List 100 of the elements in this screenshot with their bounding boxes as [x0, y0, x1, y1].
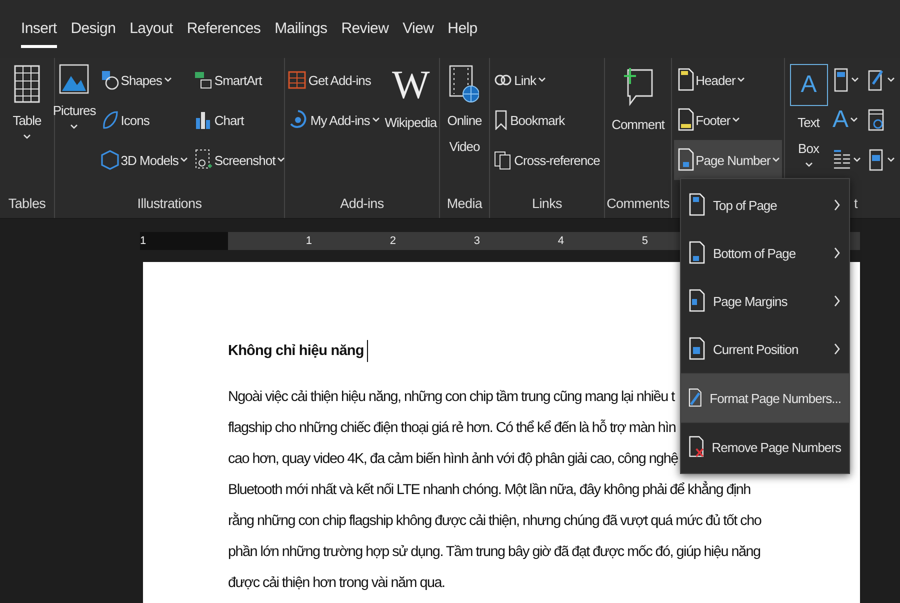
ruler-number: 4 — [558, 235, 564, 247]
ribbon-button[interactable]: My Add-ins — [286, 100, 382, 140]
ribbon-button[interactable]: Screenshot — [192, 140, 288, 180]
page-icon — [687, 289, 705, 313]
body-text-line: cao hơn, quay video 4K, đa cảm biến hình ảnh với độ phân giải cao, công nghệ — [228, 450, 678, 469]
menu-item[interactable]: Format Page Numbers... — [681, 374, 849, 422]
caret-icon — [70, 124, 78, 130]
body-text-line: được cải thiện hơn trong vài năm qua. — [228, 574, 445, 593]
screenshot-icon — [194, 149, 212, 171]
ruler-number: 3 — [474, 235, 480, 247]
ribbon-tab[interactable]: Mailings — [268, 0, 334, 58]
page-remove-icon — [687, 435, 704, 459]
caret-icon — [852, 157, 860, 163]
ribbon-button[interactable]: Header — [674, 60, 782, 100]
header-icon — [676, 68, 694, 92]
diagram-icon — [194, 70, 212, 90]
ribbon-button[interactable]: Online Video — [446, 58, 483, 160]
chevron-right-icon — [833, 295, 841, 307]
menu-item[interactable]: Top of Page — [681, 181, 849, 229]
table-icon — [14, 64, 40, 104]
caret-icon — [886, 157, 894, 163]
group-label: Links — [532, 196, 562, 210]
body-text-line: Ngoài việc cải thiện hiệu năng, những con chip tầm trung cũng mang lại nhiều t — [228, 388, 674, 407]
page-icon — [687, 193, 705, 217]
ribbon-button[interactable]: A Text Box — [788, 58, 828, 168]
shapes-icon — [100, 70, 119, 90]
ribbon-tab[interactable]: References — [180, 0, 268, 58]
caret-icon — [732, 117, 740, 123]
menu-item[interactable]: Bottom of Page — [681, 229, 849, 277]
leaf-icon — [100, 110, 119, 130]
chevron-right-icon — [833, 199, 841, 211]
ribbon-button[interactable]: Comment — [610, 58, 666, 138]
caret-icon — [164, 77, 172, 83]
ribbon-button[interactable]: W Wikipedia — [384, 58, 438, 136]
body-text-line: flagship cho những chiếc điện thoại giá rẻ hơn. Có thể kể đến là hỗ trợ màn hìn — [228, 418, 676, 438]
caret-icon — [850, 77, 858, 83]
calendar-icon — [866, 108, 884, 132]
group-label: Add-ins — [340, 196, 384, 210]
video-globe-icon — [449, 64, 480, 104]
caret-icon — [277, 157, 286, 163]
heading-text: Không chỉ hiệu năng — [228, 343, 364, 359]
ribbon-button[interactable]: 3D Models — [98, 140, 190, 180]
object-icon — [866, 148, 884, 172]
ribbon-tab[interactable]: Layout — [122, 0, 180, 58]
ribbon-button[interactable]: Cross-reference — [492, 140, 602, 180]
ribbon-button[interactable]: Page Number — [674, 140, 782, 180]
caret-icon — [804, 162, 812, 168]
caret-icon — [22, 134, 31, 140]
page-number-icon — [676, 148, 694, 172]
caret-icon — [538, 77, 546, 83]
ribbon-button[interactable]: Bookmark — [492, 100, 602, 140]
icon-button[interactable]: A — [830, 100, 862, 140]
text-cursor — [366, 340, 368, 362]
cross-reference-icon — [494, 150, 512, 170]
ribbon-button[interactable]: Icons — [98, 100, 190, 140]
ribbon-button[interactable]: Pictures — [52, 58, 97, 130]
ribbon-button[interactable]: SmartArt — [192, 60, 288, 100]
sidebar-icon — [832, 68, 848, 92]
ruler-number: 1 — [140, 235, 146, 247]
ribbon-button[interactable]: Shapes — [98, 60, 190, 100]
body-text-line: Bluetooth mới nhất và kết nối LTE nhanh chóng. Một lần nữa, đây không phải để khẳng định — [228, 480, 750, 500]
ruler-number: 2 — [390, 235, 396, 247]
chevron-right-icon — [833, 343, 841, 355]
group-label: Comments — [606, 196, 670, 210]
bar-chart-icon — [194, 110, 212, 130]
page-icon — [687, 241, 705, 265]
signature-icon — [866, 68, 884, 92]
caret-icon — [772, 157, 780, 163]
caret-icon — [850, 117, 858, 123]
drop-cap-icon — [832, 149, 850, 171]
page-icon — [687, 337, 705, 361]
body-text-line: phần lớn những trường hợp sử dụng. Tầm trung bây giờ đã đạt được mốc đó, giúp hiệu năng — [228, 543, 760, 562]
caret-icon — [886, 77, 894, 83]
group-label: t — [854, 196, 858, 210]
footer-icon — [676, 108, 694, 132]
group-label: Tables — [8, 196, 46, 210]
menu-item[interactable]: Remove Page Numbers — [681, 423, 849, 471]
ribbon-tab[interactable]: Review — [334, 0, 396, 58]
ribbon-button[interactable]: Get Add-ins — [286, 60, 382, 100]
menu-item[interactable]: Current Position — [681, 325, 849, 373]
ribbon-button[interactable]: Table — [12, 58, 42, 140]
picture-icon — [59, 64, 90, 94]
ribbon-tab[interactable]: Insert — [14, 0, 64, 58]
ribbon-button[interactable]: Chart — [192, 100, 288, 140]
caret-icon — [737, 77, 746, 83]
group-label: Illustrations — [137, 196, 202, 210]
ribbon-tab[interactable]: Design — [64, 0, 123, 58]
ribbon-button[interactable]: Footer — [674, 100, 782, 140]
menu-item[interactable]: Page Margins — [681, 277, 849, 325]
bookmark-icon — [494, 110, 508, 130]
ribbon-tab[interactable]: Help — [440, 0, 484, 58]
ruler-number: 5 — [642, 235, 648, 247]
chevron-right-icon — [833, 247, 841, 259]
body-text-line: rằng những con chip flagship không được cải thiện, nhưng chúng đã vượt quá mức đủ tốt cho — [228, 512, 762, 531]
ribbon-tab[interactable]: View — [396, 0, 441, 58]
ribbon-button[interactable]: Link — [492, 60, 602, 100]
caret-icon — [372, 117, 380, 123]
group-label: Media — [446, 196, 482, 210]
caret-icon — [180, 157, 188, 163]
ruler-number: 1 — [306, 235, 312, 247]
